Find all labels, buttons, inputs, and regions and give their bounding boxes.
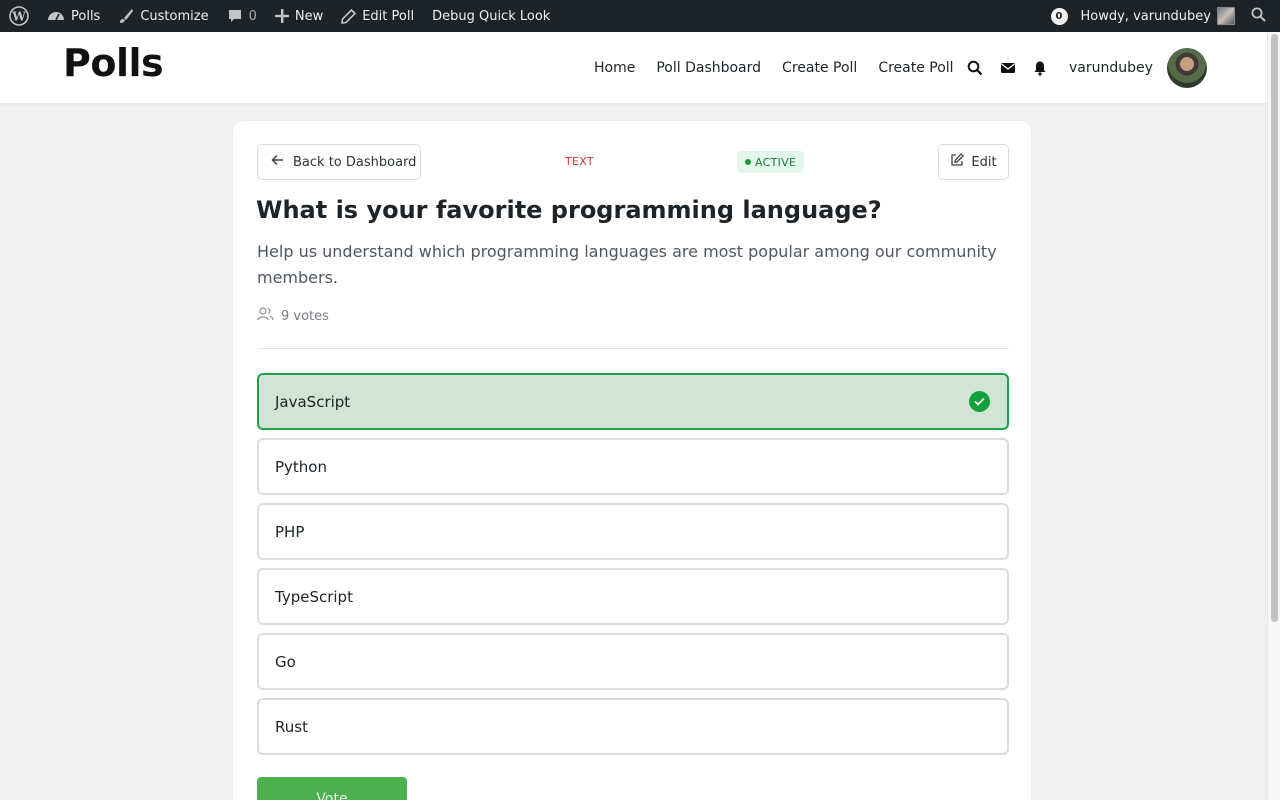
vote-button-label: Vote xyxy=(316,791,348,800)
divider xyxy=(257,348,1009,349)
admin-bar-customize[interactable]: Customize xyxy=(109,0,217,32)
header-icons xyxy=(967,32,1064,103)
poll-option-javascript[interactable]: JavaScript xyxy=(257,373,1009,430)
comment-icon xyxy=(227,8,243,24)
option-label: TypeScript xyxy=(275,587,353,606)
header-avatar[interactable] xyxy=(1166,47,1207,88)
edit-button[interactable]: Edit xyxy=(938,144,1009,180)
option-label: JavaScript xyxy=(275,392,351,411)
poll-title: What is your favorite programming langua… xyxy=(256,196,882,224)
nav-create-poll[interactable]: Create Poll xyxy=(782,60,857,76)
main-nav: Home Poll Dashboard Create Poll Create P… xyxy=(594,32,975,103)
admin-bar-new[interactable]: New xyxy=(266,0,332,32)
poll-options: JavaScript Python PHP TypeScript Go Rust xyxy=(257,373,1009,763)
poll-option-php[interactable]: PHP xyxy=(257,503,1009,560)
admin-bar-edit[interactable]: Edit Poll xyxy=(332,0,423,32)
nav-home[interactable]: Home xyxy=(594,60,635,76)
svg-text:W: W xyxy=(11,10,26,24)
notification-count-badge[interactable]: 0 xyxy=(1050,7,1068,25)
poll-option-typescript[interactable]: TypeScript xyxy=(257,568,1009,625)
vote-button[interactable]: Vote xyxy=(257,777,407,800)
wordpress-logo-icon[interactable]: W xyxy=(0,0,38,32)
search-icon[interactable] xyxy=(967,60,983,76)
arrow-left-icon xyxy=(271,154,293,170)
check-circle-icon xyxy=(969,391,990,412)
admin-bar-comments[interactable]: 0 xyxy=(218,0,266,32)
nav-poll-dashboard[interactable]: Poll Dashboard xyxy=(656,60,761,76)
option-label: Go xyxy=(275,652,296,671)
vote-count-label: 9 votes xyxy=(281,308,329,324)
poll-option-python[interactable]: Python xyxy=(257,438,1009,495)
vote-count: 9 votes xyxy=(257,307,329,325)
mail-icon[interactable] xyxy=(1000,61,1016,75)
admin-bar-debug[interactable]: Debug Quick Look xyxy=(423,0,559,32)
admin-bar-new-label: New xyxy=(294,8,324,24)
admin-bar-avatar[interactable] xyxy=(1217,7,1235,25)
option-label: Python xyxy=(275,457,327,476)
site-logo[interactable]: Polls xyxy=(63,41,164,85)
admin-bar: W Polls Customize 0 New Edit Poll Debug … xyxy=(0,0,1280,32)
edit-icon xyxy=(950,153,971,171)
header-username[interactable]: varundubey xyxy=(1069,60,1153,76)
admin-bar-debug-label: Debug Quick Look xyxy=(432,8,551,24)
back-to-dashboard-button[interactable]: Back to Dashboard xyxy=(257,144,421,180)
bell-icon[interactable] xyxy=(1033,60,1047,76)
status-dot-icon xyxy=(745,159,751,165)
howdy-text[interactable]: Howdy, varundubey xyxy=(1081,9,1212,24)
admin-bar-customize-label: Customize xyxy=(140,8,209,24)
dashboard-icon xyxy=(47,8,65,24)
poll-type-tag: TEXT xyxy=(565,155,594,168)
admin-search-icon[interactable] xyxy=(1251,7,1266,26)
option-label: Rust xyxy=(275,717,308,736)
poll-option-rust[interactable]: Rust xyxy=(257,698,1009,755)
option-label: PHP xyxy=(275,522,305,541)
poll-card: Back to Dashboard TEXT ACTIVE Edit What … xyxy=(233,121,1031,800)
status-badge: ACTIVE xyxy=(737,151,805,173)
admin-bar-edit-label: Edit Poll xyxy=(362,8,415,24)
scrollbar-thumb[interactable] xyxy=(1271,34,1278,622)
nav-create-poll-2[interactable]: Create Poll xyxy=(878,60,953,76)
poll-description: Help us understand which programming lan… xyxy=(257,242,997,287)
comments-count: 0 xyxy=(248,8,257,24)
users-icon xyxy=(257,307,281,325)
edit-button-label: Edit xyxy=(971,154,997,170)
header-user[interactable]: varundubey xyxy=(1069,32,1207,103)
poll-option-go[interactable]: Go xyxy=(257,633,1009,690)
admin-bar-site-label: Polls xyxy=(71,8,101,24)
back-button-label: Back to Dashboard xyxy=(293,154,417,170)
page-scrollbar[interactable] xyxy=(1267,32,1280,800)
brush-icon xyxy=(118,8,134,24)
admin-bar-site[interactable]: Polls xyxy=(38,0,109,32)
pencil-icon xyxy=(341,8,357,24)
site-header: Polls Home Poll Dashboard Create Poll Cr… xyxy=(0,32,1267,103)
plus-icon xyxy=(274,9,289,23)
status-label: ACTIVE xyxy=(755,155,797,169)
